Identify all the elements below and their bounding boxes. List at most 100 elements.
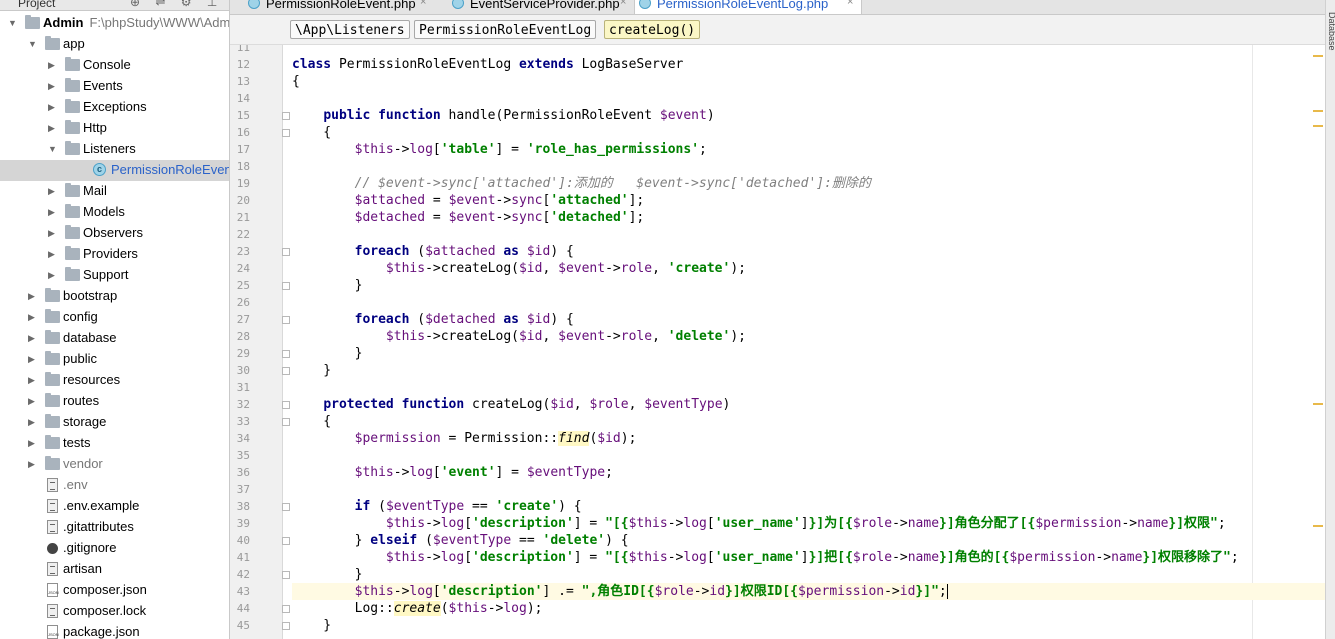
tree-item-providers[interactable]: ▶ Providers xyxy=(0,244,229,265)
tree-item-observers[interactable]: ▶ Observers xyxy=(0,223,229,244)
expand-closed-icon[interactable]: ▶ xyxy=(48,185,58,197)
code-line[interactable]: if ($eventType == 'create') { xyxy=(292,498,1325,515)
expand-open-icon[interactable]: ▼ xyxy=(28,38,38,50)
expand-closed-icon[interactable]: ▶ xyxy=(48,206,58,218)
code-editor[interactable]: 11 12 13 14 15 16 17 18 19 20 21 22 23 24 25 26 27 28 29 30… xyxy=(230,45,1325,639)
tree-item-resources[interactable]: ▶ resources xyxy=(0,370,229,391)
code-line[interactable] xyxy=(292,379,1325,396)
code-line[interactable]: // $event->sync['attached']:添加的 $event->… xyxy=(292,175,1325,192)
code-line[interactable] xyxy=(292,226,1325,243)
tree-item-composer-json[interactable]: composer.json xyxy=(0,580,229,601)
fold-marker-icon[interactable] xyxy=(282,316,290,324)
close-icon[interactable]: × xyxy=(420,0,426,8)
expand-closed-icon[interactable]: ▶ xyxy=(28,290,38,302)
tree-item-events[interactable]: ▶ Events xyxy=(0,76,229,97)
expand-closed-icon[interactable]: ▶ xyxy=(28,374,38,386)
code-line[interactable] xyxy=(292,45,1325,56)
expand-closed-icon[interactable]: ▶ xyxy=(28,458,38,470)
expand-closed-icon[interactable]: ▶ xyxy=(28,353,38,365)
expand-closed-icon[interactable]: ▶ xyxy=(28,416,38,428)
tree-item-vendor[interactable]: ▶ vendor xyxy=(0,454,229,475)
tree-item-app[interactable]: ▼ app xyxy=(0,34,229,55)
fold-marker-icon[interactable] xyxy=(282,503,290,511)
editor-tab[interactable]: PermissionRoleEvent.php × xyxy=(244,0,434,14)
editor-gutter[interactable]: 11 12 13 14 15 16 17 18 19 20 21 22 23 24 25 26 27 28 29 30… xyxy=(230,45,290,639)
tree-item-database[interactable]: ▶ database xyxy=(0,328,229,349)
tree-item-exceptions[interactable]: ▶ Exceptions xyxy=(0,97,229,118)
breadcrumb-class[interactable]: PermissionRoleEventLog xyxy=(414,20,597,39)
close-icon[interactable]: × xyxy=(620,0,626,8)
expand-closed-icon[interactable]: ▶ xyxy=(48,101,58,113)
code-line[interactable]: $this->createLog($id, $event->role, 'del… xyxy=(292,328,1325,345)
code-line[interactable]: $this->log['event'] = $eventType; xyxy=(292,464,1325,481)
code-line[interactable]: $this->createLog($id, $event->role, 'cre… xyxy=(292,260,1325,277)
expand-closed-icon[interactable]: ▶ xyxy=(48,248,58,260)
code-line[interactable]: foreach ($attached as $id) { xyxy=(292,243,1325,260)
code-line[interactable]: $this->log['description'] = "[{$this->lo… xyxy=(292,549,1325,566)
right-tool-strip[interactable]: Database xyxy=(1325,0,1335,639)
tree-item-gitignore[interactable]: .gitignore xyxy=(0,538,229,559)
code-line[interactable]: } xyxy=(292,345,1325,362)
code-line[interactable]: protected function createLog($id, $role,… xyxy=(292,396,1325,413)
expand-closed-icon[interactable]: ▶ xyxy=(48,122,58,134)
tree-item-listeners[interactable]: ▼ Listeners xyxy=(0,139,229,160)
code-line[interactable] xyxy=(292,481,1325,498)
code-line[interactable]: } xyxy=(292,617,1325,634)
code-line[interactable] xyxy=(292,90,1325,107)
code-line[interactable]: $this->log['description'] .= ",角色ID[{$ro… xyxy=(292,583,1325,600)
tree-item-routes[interactable]: ▶ routes xyxy=(0,391,229,412)
expand-closed-icon[interactable]: ▶ xyxy=(28,332,38,344)
code-line[interactable] xyxy=(292,447,1325,464)
error-stripe[interactable] xyxy=(1310,45,1324,639)
code-line[interactable]: } xyxy=(292,566,1325,583)
code-line[interactable]: { xyxy=(292,73,1325,90)
expand-open-icon[interactable]: ▼ xyxy=(48,143,58,155)
code-line[interactable]: { xyxy=(292,413,1325,430)
tree-item-composer-lock[interactable]: composer.lock xyxy=(0,601,229,622)
fold-marker-icon[interactable] xyxy=(282,418,290,426)
tree-item-tests[interactable]: ▶ tests xyxy=(0,433,229,454)
code-line[interactable]: foreach ($detached as $id) { xyxy=(292,311,1325,328)
fold-marker-icon[interactable] xyxy=(282,401,290,409)
close-icon[interactable]: × xyxy=(847,0,853,8)
code-line[interactable]: public function handle(PermissionRoleEve… xyxy=(292,107,1325,124)
code-line[interactable]: Log::create($this->log); xyxy=(292,600,1325,617)
expand-closed-icon[interactable]: ▶ xyxy=(28,395,38,407)
tree-item-mail[interactable]: ▶ Mail xyxy=(0,181,229,202)
tree-item-gitattributes[interactable]: .gitattributes xyxy=(0,517,229,538)
tree-item-artisan[interactable]: artisan xyxy=(0,559,229,580)
code-line[interactable]: $detached = $event->sync['detached']; xyxy=(292,209,1325,226)
tree-item-env[interactable]: .env xyxy=(0,475,229,496)
code-line[interactable] xyxy=(292,158,1325,175)
code-line[interactable] xyxy=(292,294,1325,311)
expand-closed-icon[interactable]: ▶ xyxy=(48,59,58,71)
tree-item-config[interactable]: ▶ config xyxy=(0,307,229,328)
fold-marker-icon[interactable] xyxy=(282,350,290,358)
tree-item-bootstrap[interactable]: ▶ bootstrap xyxy=(0,286,229,307)
tree-item-public[interactable]: ▶ public xyxy=(0,349,229,370)
fold-marker-icon[interactable] xyxy=(282,367,290,375)
breadcrumb-namespace[interactable]: \App\Listeners xyxy=(290,20,410,39)
code-line[interactable]: class PermissionRoleEventLog extends Log… xyxy=(292,56,1325,73)
code-line[interactable]: { xyxy=(292,124,1325,141)
editor-tab[interactable]: PermissionRoleEventLog.php × xyxy=(634,0,862,14)
database-tool-tab[interactable]: Database xyxy=(1327,12,1335,51)
tree-item-package-json[interactable]: package.json xyxy=(0,622,229,639)
code-line[interactable]: } xyxy=(292,277,1325,294)
project-toolbar-icons[interactable]: ⊕ ⇌ ⚙ ⊥ xyxy=(130,0,223,9)
project-panel-title[interactable]: Project xyxy=(18,0,55,10)
editor-tab[interactable]: EventServiceProvider.php × xyxy=(448,0,634,14)
tree-item-storage[interactable]: ▶ storage xyxy=(0,412,229,433)
fold-marker-icon[interactable] xyxy=(282,129,290,137)
tree-item-support[interactable]: ▶ Support xyxy=(0,265,229,286)
fold-marker-icon[interactable] xyxy=(282,537,290,545)
breadcrumb-method[interactable]: createLog() xyxy=(604,20,701,39)
expand-closed-icon[interactable]: ▶ xyxy=(48,227,58,239)
code-line[interactable]: } xyxy=(292,362,1325,379)
expand-closed-icon[interactable]: ▶ xyxy=(48,80,58,92)
fold-marker-icon[interactable] xyxy=(282,622,290,630)
tree-item-admin[interactable]: ▼ Admin F:\phpStudy\WWW\Admin xyxy=(0,13,229,34)
tree-item-env-example[interactable]: .env.example xyxy=(0,496,229,517)
tree-item-models[interactable]: ▶ Models xyxy=(0,202,229,223)
code-line[interactable]: $this->log['description'] = "[{$this->lo… xyxy=(292,515,1325,532)
